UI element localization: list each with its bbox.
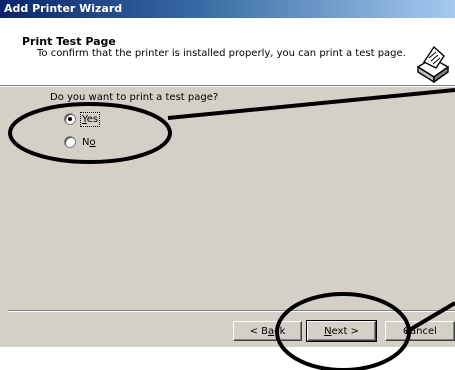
next-button[interactable]: Next > — [306, 320, 377, 342]
button-separator — [8, 310, 455, 312]
radio-no-button[interactable] — [64, 136, 76, 148]
title-bar[interactable]: Add Printer Wizard — [0, 0, 455, 18]
radio-no-label[interactable]: No — [82, 137, 96, 148]
header-title: Print Test Page — [22, 35, 116, 48]
cancel-button[interactable]: Cancel — [385, 321, 455, 341]
radio-yes-button[interactable] — [64, 113, 76, 125]
header-subtitle: To confirm that the printer is installed… — [37, 48, 406, 59]
next-button-label: Next > — [324, 326, 359, 337]
radio-yes-label[interactable]: Yes — [79, 111, 101, 127]
radio-no-mnemonic: o — [89, 136, 96, 148]
window-title: Add Printer Wizard — [4, 2, 123, 15]
radio-no[interactable]: No — [64, 136, 96, 148]
radio-yes[interactable]: Yes — [64, 111, 101, 127]
question-label: Do you want to print a test page? — [50, 92, 219, 103]
add-printer-wizard-window: Add Printer Wizard Print Test Page To co… — [0, 0, 455, 347]
back-button[interactable]: < Back — [233, 321, 302, 341]
printer-icon — [412, 43, 452, 83]
back-button-label: < Back — [249, 326, 286, 337]
radio-yes-rest: es — [86, 113, 99, 125]
wizard-header: Print Test Page To confirm that the prin… — [0, 18, 455, 87]
